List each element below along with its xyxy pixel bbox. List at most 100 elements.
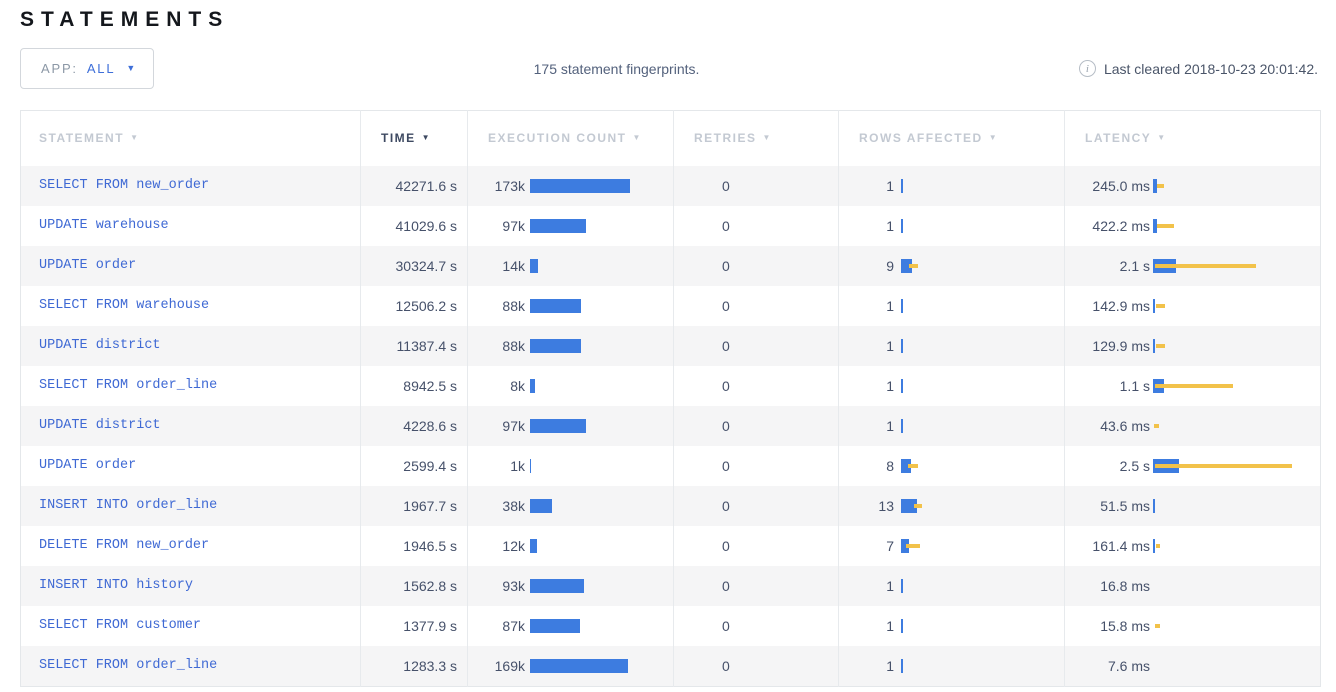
statement-link[interactable]: DELETE FROM new_order [21,538,360,553]
table-row: UPDATE district4228.6 s97k0143.6 ms [21,406,1321,446]
mean-bar [1153,499,1155,513]
app-filter-dropdown[interactable]: APP: ALL ▼ [20,48,154,89]
column-header-latency[interactable]: LATENCY▼ [1065,111,1321,166]
mean-bar [901,379,903,393]
latency-cell: 43.6 ms [1065,406,1321,446]
mean-bar [530,579,584,593]
bar-value-label: 97k [468,418,525,434]
table-row: DELETE FROM new_order1946.5 s12k07161.4 … [21,526,1321,566]
stddev-bar [1157,224,1174,228]
mean-bar [530,419,586,433]
stddev-bar [1156,344,1165,348]
time-cell: 1283.3 s [361,646,468,687]
bar-cell: 93k [468,566,673,606]
bar-value-label: 161.4 ms [1065,538,1150,554]
rows-affected-cell: 8 [839,446,1065,486]
statement-cell: SELECT FROM order_line [21,646,361,687]
stddev-bar [906,544,920,548]
statement-link[interactable]: UPDATE warehouse [21,218,360,233]
bar-value-label: 13 [839,498,894,514]
bar-value-label: 1 [839,338,894,354]
execution-count-cell: 173k [468,166,674,206]
statement-cell: SELECT FROM new_order [21,166,361,206]
bar-cell: 1 [839,606,1064,646]
mean-bar [530,459,531,473]
rows-affected-cell: 1 [839,326,1065,366]
bar-value-label: 8 [839,458,894,474]
bar-cell: 2.1 s [1065,246,1320,286]
execution-count-cell: 93k [468,566,674,606]
statement-link[interactable]: UPDATE district [21,418,360,433]
statement-link[interactable]: SELECT FROM order_line [21,378,360,393]
column-header-retries[interactable]: RETRIES▼ [674,111,839,166]
bar-track [530,378,673,394]
statement-link[interactable]: SELECT FROM customer [21,618,360,633]
bar-cell: 1 [839,286,1064,326]
bar-track [901,658,1064,674]
bar-track [1153,378,1320,394]
bar-value-label: 12k [468,538,525,554]
bar-value-label: 1.1 s [1065,378,1150,394]
column-header-execution-count[interactable]: EXECUTION COUNT▼ [468,111,674,166]
table-row: UPDATE district11387.4 s88k01129.9 ms [21,326,1321,366]
bar-track [530,618,673,634]
retries-cell: 0 [674,526,839,566]
bar-cell: 2.5 s [1065,446,1320,486]
statement-cell: UPDATE district [21,406,361,446]
retries-cell: 0 [674,366,839,406]
bar-track [1153,418,1320,434]
bar-cell: 97k [468,406,673,446]
mean-bar [901,419,903,433]
rows-affected-cell: 1 [839,286,1065,326]
rows-affected-cell: 13 [839,486,1065,526]
column-header-rows-affected[interactable]: ROWS AFFECTED▼ [839,111,1065,166]
statement-link[interactable]: INSERT INTO history [21,578,360,593]
bar-track [530,298,673,314]
column-header-label: ROWS AFFECTED [859,131,983,145]
statements-page: STATEMENTS APP: ALL ▼ 175 statement fing… [0,0,1336,687]
mean-bar [901,219,903,233]
column-header-label: TIME [381,131,416,145]
bar-track [901,498,1064,514]
mean-bar [901,299,903,313]
sort-desc-icon: ▼ [130,133,139,142]
bar-track [530,178,673,194]
statement-link[interactable]: SELECT FROM order_line [21,658,360,673]
bar-value-label: 87k [468,618,525,634]
stddev-bar [1155,264,1256,268]
bar-cell: 16.8 ms [1065,566,1320,606]
statement-link[interactable]: UPDATE order [21,258,360,273]
latency-cell: 51.5 ms [1065,486,1321,526]
column-header-time[interactable]: TIME▼ [361,111,468,166]
time-cell: 30324.7 s [361,246,468,286]
statement-link[interactable]: SELECT FROM warehouse [21,298,360,313]
chevron-down-icon: ▼ [126,63,137,73]
mean-bar [530,659,628,673]
bar-value-label: 2.5 s [1065,458,1150,474]
bar-track [530,578,673,594]
time-cell: 42271.6 s [361,166,468,206]
statement-link[interactable]: UPDATE order [21,458,360,473]
bar-value-label: 2.1 s [1065,258,1150,274]
statement-link[interactable]: SELECT FROM new_order [21,178,360,193]
rows-affected-cell: 9 [839,246,1065,286]
column-header-label: EXECUTION COUNT [488,131,627,145]
stddev-bar [1155,464,1292,468]
table-row: SELECT FROM order_line8942.5 s8k011.1 s [21,366,1321,406]
bar-value-label: 15.8 ms [1065,618,1150,634]
bar-cell: 1 [839,646,1064,686]
retries-cell: 0 [674,566,839,606]
bar-track [530,338,673,354]
bar-value-label: 8k [468,378,525,394]
info-icon[interactable]: i [1079,60,1096,77]
statement-cell: DELETE FROM new_order [21,526,361,566]
mean-bar [530,339,581,353]
column-header-statement[interactable]: STATEMENT▼ [21,111,361,166]
bar-cell: 1 [839,406,1064,446]
bar-track [901,298,1064,314]
statement-link[interactable]: UPDATE district [21,338,360,353]
mean-bar [530,259,538,273]
bar-value-label: 245.0 ms [1065,178,1150,194]
statement-cell: INSERT INTO order_line [21,486,361,526]
statement-link[interactable]: INSERT INTO order_line [21,498,360,513]
